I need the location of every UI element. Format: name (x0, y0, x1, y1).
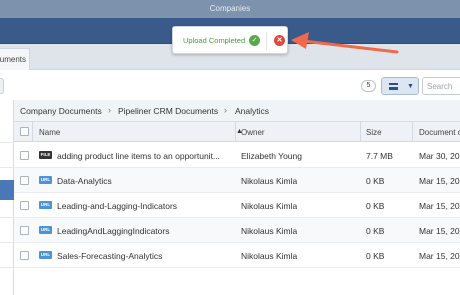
column-divider (360, 122, 361, 142)
row-checkbox[interactable] (20, 201, 29, 210)
document-owner: Nikolaus Kimla (241, 226, 298, 236)
document-owner: Nikolaus Kimla (241, 201, 298, 211)
sidebar-divider (0, 267, 14, 268)
breadcrumb-item[interactable]: Pipeliner CRM Documents (118, 106, 218, 116)
url-type-icon: URL (39, 226, 52, 234)
row-checkbox[interactable] (20, 176, 29, 185)
window-title: Companies (209, 4, 251, 13)
url-type-icon: URL (39, 176, 52, 184)
document-date: Mar 15, 20 (419, 251, 460, 261)
column-header-size[interactable]: Size (366, 128, 382, 137)
document-owner: Elizabeth Young (241, 151, 302, 161)
sidebar-item-selected[interactable] (0, 180, 14, 200)
document-name[interactable]: LeadingAndLaggingIndicators (57, 226, 232, 236)
column-header-name[interactable]: Name (39, 128, 60, 137)
window-titlebar: Companies (0, 0, 460, 18)
select-all-checkbox[interactable] (20, 127, 29, 136)
column-header-document-created[interactable]: Document c (419, 128, 460, 137)
breadcrumb-separator-icon: › (108, 105, 111, 115)
table-row[interactable]: URL Sales-Forecasting-Analytics Nikolaus… (14, 243, 460, 268)
document-owner: Nikolaus Kimla (241, 251, 298, 261)
sidebar-divider (0, 167, 14, 168)
document-count-badge: 5 (361, 80, 376, 92)
row-checkbox[interactable] (20, 151, 29, 160)
annotation-arrow-icon (291, 32, 399, 54)
document-size: 0 KB (366, 201, 385, 211)
list-view-icon (389, 83, 398, 90)
chevron-down-icon: ▼ (407, 83, 414, 90)
column-header-owner[interactable]: Owner (241, 128, 265, 137)
breadcrumb-separator-icon: › (224, 105, 227, 115)
column-divider (412, 122, 413, 142)
row-checkbox[interactable] (20, 251, 29, 260)
toast-message: Upload Completed (183, 36, 246, 45)
document-size: 7.7 MB (366, 151, 393, 161)
table-row[interactable]: FILE adding product line items to an opp… (14, 143, 460, 168)
table-row[interactable]: URL LeadingAndLaggingIndicators Nikolaus… (14, 218, 460, 243)
file-type-icon: FILE (39, 151, 52, 159)
document-date: Mar 15, 20 (419, 201, 460, 211)
document-name[interactable]: Data-Analytics (57, 176, 232, 186)
tab-documents-label: uments (0, 55, 26, 64)
url-type-icon: URL (39, 201, 52, 209)
breadcrumb: Company Documents › Pipeliner CRM Docume… (14, 100, 460, 122)
toolbar-left-button[interactable] (0, 78, 4, 94)
column-divider (32, 122, 33, 142)
document-name[interactable]: Leading-and-Lagging-Indicators (57, 201, 232, 211)
document-name[interactable]: Sales-Forecasting-Analytics (57, 251, 232, 261)
document-size: 0 KB (366, 251, 385, 261)
document-size: 0 KB (366, 226, 385, 236)
document-size: 0 KB (366, 176, 385, 186)
upload-toast: Upload Completed ✓ ✕ (172, 26, 288, 54)
row-checkbox[interactable] (20, 226, 29, 235)
tab-documents[interactable]: uments (0, 48, 30, 70)
search-input[interactable] (422, 77, 460, 95)
document-date: Mar 15, 20 (419, 176, 460, 186)
document-owner: Nikolaus Kimla (241, 176, 298, 186)
sidebar-divider (0, 142, 14, 143)
url-type-icon: URL (39, 251, 52, 259)
table-row[interactable]: URL Leading-and-Lagging-Indicators Nikol… (14, 193, 460, 218)
check-circle-icon: ✓ (249, 35, 260, 46)
document-date: Mar 15, 20 (419, 226, 460, 236)
document-date: Mar 30, 20 (419, 151, 460, 161)
column-divider (235, 122, 236, 142)
sidebar-divider (0, 217, 14, 218)
table-row[interactable]: URL Data-Analytics Nikolaus Kimla 0 KB M… (14, 168, 460, 193)
view-mode-button[interactable]: ▼ (381, 77, 419, 95)
sidebar-divider (0, 242, 14, 243)
breadcrumb-item-current: Analytics (235, 106, 270, 116)
document-name[interactable]: adding product line items to an opportun… (57, 151, 232, 161)
table-header: Name ▲ Owner Size Document c (14, 122, 460, 142)
toast-divider (266, 32, 267, 50)
breadcrumb-item[interactable]: Company Documents (20, 106, 102, 116)
close-icon[interactable]: ✕ (274, 35, 285, 46)
